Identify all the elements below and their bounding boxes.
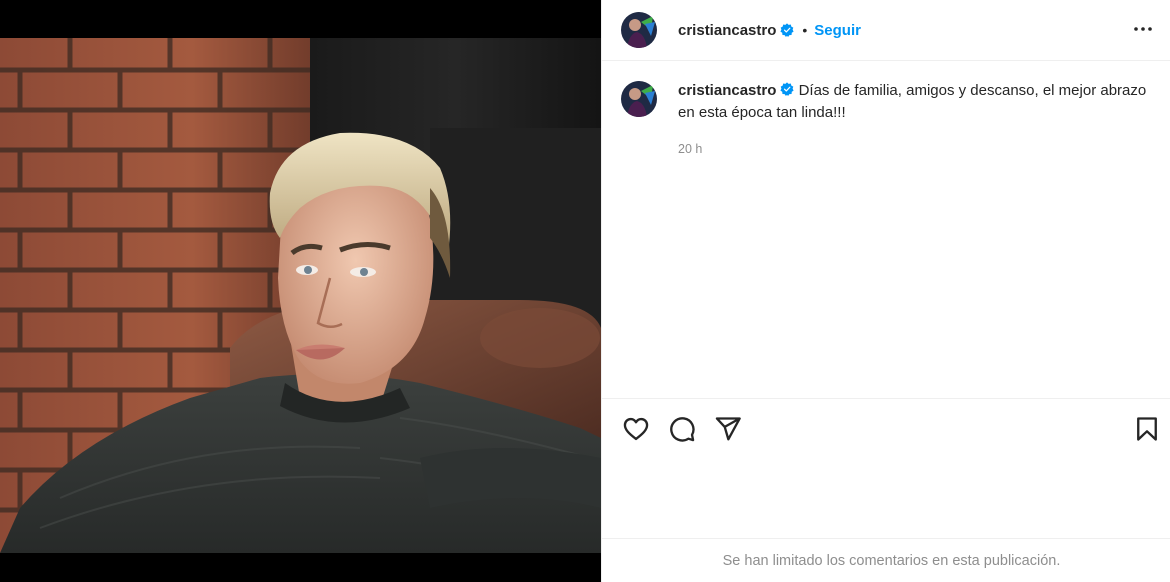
post-header: cristiancastro • Seguir [602,0,1170,61]
post-media [0,0,601,582]
caption-avatar[interactable] [621,81,657,117]
post-timestamp[interactable]: 20 h [678,138,1151,160]
caption-body: cristiancastro Días de familia, amigos y… [678,80,1151,160]
verified-badge-icon [780,23,794,37]
share-icon[interactable] [714,415,742,443]
verified-badge-icon [780,82,794,96]
header-username[interactable]: cristiancastro [678,22,776,39]
comments-limited-bar: Se han limitado los comentarios en esta … [602,538,1170,582]
follow-button[interactable]: Seguir [814,22,861,39]
post-photo[interactable] [0,38,601,553]
heart-icon[interactable] [622,415,650,443]
comment-icon[interactable] [668,415,696,443]
caption-username[interactable]: cristiancastro [678,82,776,99]
comments-limited-text: Se han limitado los comentarios en esta … [722,552,1061,569]
more-options-icon[interactable] [1131,17,1155,41]
caption-text-block: cristiancastro Días de familia, amigos y… [678,80,1151,124]
bookmark-icon[interactable] [1133,415,1161,443]
avatar[interactable] [621,12,657,48]
action-bar [602,398,1170,458]
separator-dot: • [802,22,808,38]
instagram-post: cristiancastro • Seguir cristiancastro D… [0,0,1170,582]
post-sidebar: cristiancastro • Seguir cristiancastro D… [601,0,1170,582]
post-caption: cristiancastro Días de familia, amigos y… [621,80,1151,160]
